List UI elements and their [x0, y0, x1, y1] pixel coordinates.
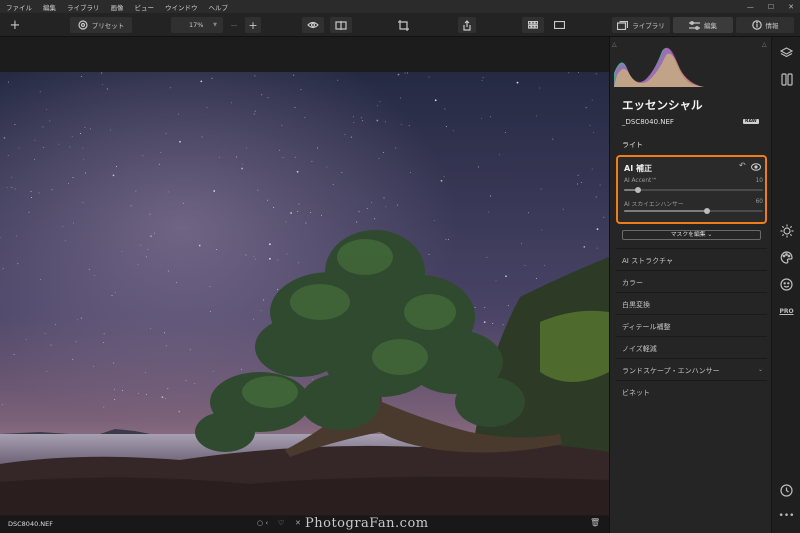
eye-icon — [307, 21, 319, 29]
layers-icon[interactable] — [779, 45, 794, 60]
ai-sky-enhancer-value[interactable]: 60 — [756, 199, 763, 205]
section-label: ディテール補整 — [622, 323, 671, 331]
share-button[interactable] — [458, 17, 476, 33]
tab-info[interactable]: 情報 — [736, 17, 794, 33]
toolbar: + プリセット 17% ▼ — + ライブラリ 編集 情報 — [0, 13, 800, 37]
photo-image[interactable] — [0, 72, 609, 515]
section-detail[interactable]: ディテール補整 — [616, 314, 767, 336]
sliders-icon — [689, 20, 700, 30]
tab-edit[interactable]: 編集 — [673, 17, 733, 33]
panel-title: エッセンシャル — [622, 98, 703, 112]
zoom-select[interactable]: 17% ▼ — [171, 17, 223, 33]
ai-sky-enhancer-label: AI スカイエンハンサー — [624, 202, 684, 208]
trash-icon[interactable]: 🗑 — [590, 518, 600, 527]
section-label: ノイズ軽減 — [622, 345, 657, 353]
crop-icon — [397, 19, 409, 31]
reset-icon[interactable]: ↶ — [739, 161, 746, 170]
heart-icon[interactable]: ♡ — [278, 519, 284, 527]
info-icon — [751, 20, 762, 30]
more-icon[interactable]: ••• — [779, 508, 795, 523]
clip-highlights-icon[interactable]: △ — [762, 41, 767, 48]
ai-enhance-panel: AI 補正 ↶ AI Accent™ 10 AI スカイエンハンサー 60 — [616, 155, 767, 224]
single-view-button[interactable] — [548, 17, 570, 33]
zoom-out-button[interactable]: — — [228, 17, 240, 33]
tab-library[interactable]: ライブラリ — [612, 17, 670, 33]
presets-icon — [78, 20, 88, 30]
pro-icon[interactable]: PRO — [779, 304, 794, 319]
crop-button[interactable] — [394, 17, 412, 33]
watermark: PhotograFan.com — [305, 516, 429, 531]
compare-button[interactable] — [330, 17, 352, 33]
section-label: AI ストラクチャ — [622, 257, 674, 265]
reject-icon[interactable]: ✕ — [295, 519, 301, 527]
section-label: ランドスケープ・エンハンサー — [622, 367, 720, 375]
single-view-icon — [553, 21, 565, 29]
bottom-filename: DSC8040.NEF — [8, 520, 53, 528]
ai-accent-value[interactable]: 10 — [756, 178, 763, 184]
tool-rail: PRO ••• — [771, 37, 800, 533]
section-label: ビネット — [622, 389, 650, 397]
grid-view-button[interactable] — [522, 17, 544, 33]
palette-icon[interactable] — [779, 250, 794, 265]
raw-badge: RAW — [743, 119, 759, 124]
share-icon — [463, 19, 471, 31]
section-label: 白黒変換 — [622, 301, 650, 309]
edit-panel: △ △ エッセンシャル _DSC8040.NEF RAW ライト AI 補正 ↶… — [609, 37, 771, 533]
add-button[interactable]: + — [4, 17, 26, 33]
flag-icon[interactable]: ○ ‹ — [257, 519, 268, 527]
slider-track[interactable] — [624, 187, 763, 193]
slider-fill — [624, 210, 708, 212]
panel-filename: _DSC8040.NEF — [622, 118, 674, 126]
menu-help[interactable]: ヘルプ — [209, 2, 229, 12]
compare-icon — [335, 20, 347, 30]
ai-enhance-title: AI 補正 — [624, 164, 652, 173]
menu-bar: ファイル 編集 ライブラリ 画像 ビュー ウインドウ ヘルプ — [0, 0, 800, 13]
section-color[interactable]: カラー — [616, 270, 767, 292]
presets-rail-icon[interactable] — [779, 72, 794, 87]
light-section[interactable]: ライト — [622, 140, 643, 150]
menu-image[interactable]: 画像 — [111, 2, 124, 12]
history-icon[interactable] — [779, 483, 794, 498]
bottom-bar: DSC8040.NEF ○ ‹ ♡ ✕ PhotograFan.com 🗑 — [0, 516, 609, 533]
sun-icon[interactable] — [779, 223, 794, 238]
preview-button[interactable] — [302, 17, 324, 33]
presets-button[interactable]: プリセット — [70, 17, 132, 33]
menu-view[interactable]: ビュー — [135, 2, 155, 12]
chevron-down-icon: ⌄ — [757, 366, 763, 373]
tab-library-label: ライブラリ — [632, 22, 665, 30]
maximize-icon[interactable]: ☐ — [768, 3, 774, 11]
photo-canvas[interactable] — [0, 37, 609, 516]
menu-library[interactable]: ライブラリ — [67, 2, 100, 12]
slider-knob[interactable] — [704, 208, 711, 214]
minimize-icon[interactable]: — — [747, 3, 754, 11]
section-vignette[interactable]: ビネット — [616, 380, 767, 402]
edit-mask-button[interactable]: マスクを編集 ⌄ — [622, 230, 761, 240]
toggle-eye-icon[interactable] — [751, 163, 761, 171]
zoom-value: 17% — [189, 21, 204, 29]
library-icon — [617, 20, 629, 30]
slider-track[interactable] — [624, 208, 763, 214]
presets-label: プリセット — [91, 22, 125, 30]
section-ai-structure[interactable]: AI ストラクチャ — [616, 248, 767, 270]
section-bw[interactable]: 白黒変換 — [616, 292, 767, 314]
menu-edit[interactable]: 編集 — [43, 2, 56, 12]
chevron-down-icon: ▼ — [213, 22, 217, 28]
section-noise[interactable]: ノイズ軽減 — [616, 336, 767, 358]
section-label: カラー — [622, 279, 643, 287]
menu-window[interactable]: ウインドウ — [165, 2, 198, 12]
tab-info-label: 情報 — [765, 22, 779, 30]
section-landscape[interactable]: ランドスケープ・エンハンサー ⌄ — [616, 358, 767, 380]
ai-accent-label: AI Accent™ — [624, 178, 658, 184]
slider-knob[interactable] — [634, 187, 641, 193]
menu-file[interactable]: ファイル — [6, 2, 32, 12]
histogram — [614, 47, 704, 87]
close-icon[interactable]: ✕ — [788, 3, 794, 11]
tab-edit-label: 編集 — [704, 22, 717, 30]
window-controls: — ☐ ✕ — [747, 0, 794, 13]
grid-icon — [528, 21, 538, 29]
zoom-in-button[interactable]: + — [245, 17, 261, 33]
portrait-icon[interactable] — [779, 277, 794, 292]
